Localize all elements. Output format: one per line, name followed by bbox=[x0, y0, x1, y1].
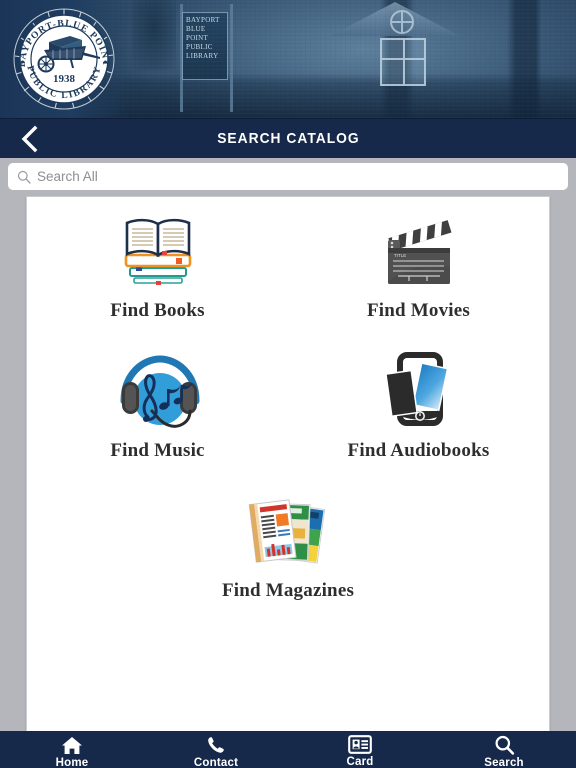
tile-find-magazines[interactable]: Find Magazines bbox=[27, 483, 549, 623]
tile-label: Find Movies bbox=[366, 300, 470, 321]
search-input[interactable] bbox=[32, 164, 568, 189]
tile-find-movies[interactable]: TITLE Find Movies bbox=[288, 203, 549, 343]
header-banner: BAYPORT BLUE POINT PUBLIC LIBRARY AYPORT… bbox=[0, 0, 576, 118]
search-bar-row bbox=[0, 158, 576, 196]
chevron-left-icon bbox=[21, 125, 38, 153]
headphones-music-notes-icon bbox=[112, 347, 204, 439]
tab-contact[interactable]: Contact bbox=[144, 731, 288, 768]
tab-home[interactable]: Home bbox=[0, 731, 144, 768]
bottom-tab-bar: Home Contact Card Search bbox=[0, 731, 576, 768]
app-root: BAYPORT BLUE POINT PUBLIC LIBRARY AYPORT… bbox=[0, 0, 576, 768]
tile-find-books[interactable]: Find Books bbox=[27, 203, 288, 343]
library-logo-seal: BAYPORT-BLUE POINT PUBLIC LIBRARY bbox=[8, 6, 120, 112]
back-button[interactable] bbox=[8, 119, 52, 159]
tile-label: Find Music bbox=[110, 440, 205, 461]
tab-card[interactable]: Card bbox=[288, 731, 432, 768]
tablet-with-book-icon bbox=[376, 347, 462, 439]
magazines-stack-icon bbox=[239, 487, 337, 579]
clapperboard-icon: TITLE bbox=[376, 207, 462, 299]
id-card-icon bbox=[348, 735, 372, 754]
tile-label: Find Books bbox=[110, 300, 205, 321]
home-icon bbox=[61, 735, 83, 755]
catalog-card: Find Books TITLE Find Movies Find Music … bbox=[26, 196, 550, 733]
navigation-bar: SEARCH CATALOG bbox=[0, 118, 576, 158]
tile-find-music[interactable]: Find Music bbox=[27, 343, 288, 483]
logo-year-text: 1938 bbox=[53, 73, 76, 85]
open-book-on-stack-icon bbox=[112, 207, 204, 299]
catalog-tile-grid: Find Books TITLE Find Movies Find Music … bbox=[27, 197, 549, 623]
content-area: Find Books TITLE Find Movies Find Music … bbox=[0, 196, 576, 768]
search-icon bbox=[16, 169, 32, 185]
tile-label: Find Magazines bbox=[221, 580, 355, 601]
tab-label: Card bbox=[346, 756, 374, 768]
page-title: SEARCH CATALOG bbox=[216, 130, 360, 147]
library-logo-svg: BAYPORT-BLUE POINT PUBLIC LIBRARY bbox=[13, 8, 115, 110]
search-box[interactable] bbox=[8, 163, 568, 190]
tab-search[interactable]: Search bbox=[432, 731, 576, 768]
tile-label: Find Audiobooks bbox=[347, 440, 490, 461]
tab-label: Contact bbox=[193, 757, 239, 768]
phone-icon bbox=[206, 735, 226, 755]
tab-label: Home bbox=[55, 757, 89, 768]
tab-label: Search bbox=[484, 757, 524, 768]
search-icon bbox=[494, 735, 515, 755]
svg-text:TITLE: TITLE bbox=[394, 253, 406, 258]
tile-find-audiobooks[interactable]: Find Audiobooks bbox=[288, 343, 549, 483]
